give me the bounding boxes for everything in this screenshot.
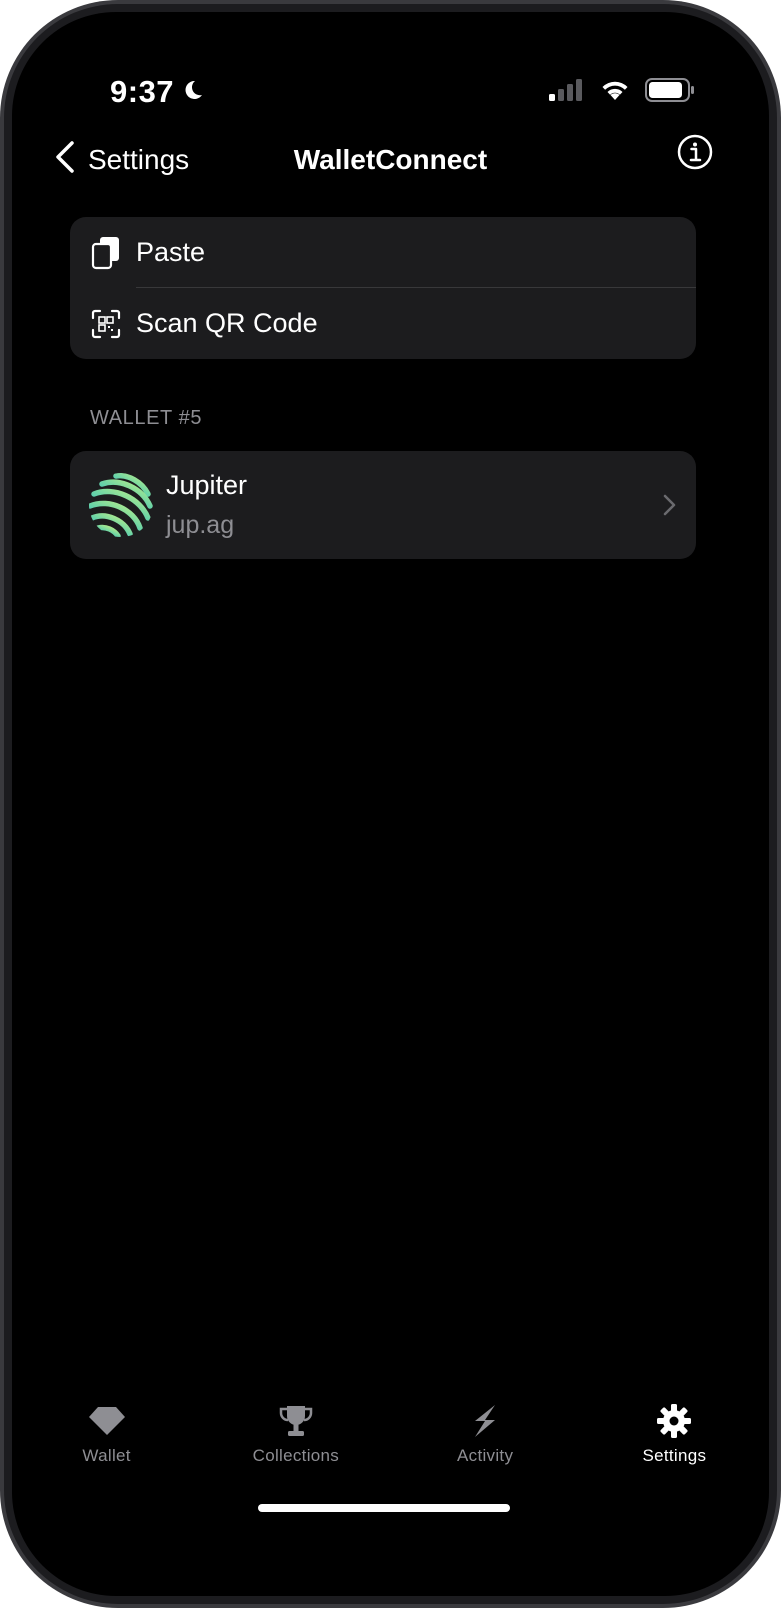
jupiter-logo-icon xyxy=(88,472,154,538)
qr-scan-icon xyxy=(90,308,122,340)
tab-collections[interactable]: Collections xyxy=(201,1402,390,1482)
scan-qr-label: Scan QR Code xyxy=(136,308,318,338)
status-indicators xyxy=(549,78,695,107)
clipboard-icon xyxy=(90,236,122,269)
tab-label: Activity xyxy=(457,1446,514,1465)
tab-label: Settings xyxy=(642,1446,707,1465)
home-indicator[interactable] xyxy=(258,1504,510,1512)
chevron-right-icon xyxy=(662,493,676,522)
status-time-text: 9:37 xyxy=(110,74,175,109)
page-title: WalletConnect xyxy=(293,144,488,175)
trophy-icon xyxy=(274,1402,318,1440)
tab-activity[interactable]: Activity xyxy=(391,1402,580,1482)
tab-wallet[interactable]: Wallet xyxy=(12,1402,201,1482)
phone-bezel: 9:37 Settings WalletConnect Paste Scan Q… xyxy=(4,4,777,1604)
lightning-icon xyxy=(463,1402,507,1440)
tab-bar: Wallet Collections Activity Settings xyxy=(12,1402,769,1482)
dapp-url: jup.ag xyxy=(166,511,235,539)
info-icon[interactable] xyxy=(677,134,713,170)
section-header: WALLET #5 xyxy=(90,407,203,429)
dapp-name: Jupiter xyxy=(166,470,248,500)
screen: 9:37 Settings WalletConnect Paste Scan Q… xyxy=(12,12,769,1596)
tab-settings[interactable]: Settings xyxy=(580,1402,769,1482)
dapp-text: Jupiter jup.ag xyxy=(166,470,247,540)
connections-group: Jupiter jup.ag xyxy=(70,451,696,559)
paste-label: Paste xyxy=(136,237,206,267)
moon-icon xyxy=(180,74,204,110)
gear-icon xyxy=(652,1402,696,1440)
status-time: 9:37 xyxy=(110,74,204,110)
paste-button[interactable]: Paste xyxy=(70,217,696,288)
tab-label: Wallet xyxy=(82,1446,131,1465)
actions-group: Paste Scan QR Code xyxy=(70,217,696,359)
phone-frame: 9:37 Settings WalletConnect Paste Scan Q… xyxy=(0,0,781,1608)
tab-label: Collections xyxy=(252,1446,340,1465)
wifi-icon xyxy=(599,78,631,107)
diamond-icon xyxy=(85,1402,129,1440)
scan-qr-button[interactable]: Scan QR Code xyxy=(70,288,696,359)
dapp-row-jupiter[interactable]: Jupiter jup.ag xyxy=(70,451,696,559)
battery-icon xyxy=(645,78,695,107)
cellular-signal-icon xyxy=(549,79,585,106)
